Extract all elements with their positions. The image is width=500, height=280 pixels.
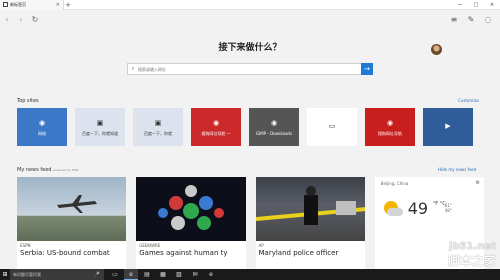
site-icon: ◉ [38, 118, 46, 127]
search-go-button[interactable]: → [361, 63, 373, 75]
edge-app-icon[interactable]: e [124, 269, 138, 280]
site-tile[interactable]: ▣ 百度一下，你就 [133, 108, 183, 146]
news-card[interactable]: GEEKWIRE Games against human ty [136, 177, 246, 269]
site-tile[interactable]: ◉ 搜狗网址导航 — [191, 108, 241, 146]
back-button[interactable]: ‹ [0, 15, 14, 24]
weather-settings-icon[interactable]: ⚙ [476, 180, 480, 186]
police-scene-illustration [255, 186, 365, 225]
news-image-police [255, 177, 365, 241]
site-icon: ◉ [212, 118, 220, 127]
close-window-button[interactable]: × [484, 0, 500, 10]
tab-page-icon [3, 2, 8, 7]
news-title: Maryland police officer [258, 249, 339, 257]
share-icon[interactable]: ◌ [480, 15, 496, 24]
site-tile[interactable]: ◉ GIMP - Downloads [249, 108, 299, 146]
file-explorer-icon[interactable]: ▤ [140, 269, 154, 280]
site-icon: ◉ [270, 119, 278, 127]
news-image-aircraft [17, 177, 127, 241]
search-input[interactable] [138, 66, 361, 72]
news-card[interactable]: AP Maryland police officer [255, 177, 365, 269]
molecule-illustration [158, 185, 225, 230]
site-label: GIMP - Downloads [255, 131, 293, 136]
mail-icon[interactable]: ✉ [188, 269, 202, 280]
search-box: ⌕ → [127, 63, 373, 75]
page-heading: 接下来做什么？ [218, 43, 282, 53]
site-icon: ◉ [386, 118, 394, 127]
top-sites-title: Top sites [17, 98, 39, 104]
tab-close-icon[interactable]: × [56, 2, 60, 8]
news-card[interactable]: ESPN Serbia: US-bound combat [17, 177, 127, 269]
new-tab-button[interactable]: + [64, 1, 72, 9]
window-controls: — □ × [452, 0, 500, 10]
news-source: GEEKWIRE [139, 243, 161, 248]
app-icon[interactable]: ▨ [172, 269, 186, 280]
news-title: Serbia: US-bound combat [20, 249, 110, 257]
weather-temperature: 49 [407, 199, 429, 218]
site-tile[interactable]: ▶ [423, 108, 473, 146]
weather-low: 48° [444, 208, 452, 213]
site-icon: ▣ [96, 118, 104, 127]
news-feed-title: My news feed powered by MSN [17, 167, 78, 173]
tab-title: 新标签页 [10, 1, 26, 7]
site-icon: ▶ [445, 121, 451, 130]
avatar[interactable] [431, 44, 442, 55]
news-feed: ESPN Serbia: US-bound combat GEEKWIRE Ga… [17, 177, 484, 269]
site-label: 搜狗网址导航 — [201, 130, 231, 136]
search-icon: ⌕ [131, 65, 135, 72]
ie-app-icon[interactable]: e [204, 269, 218, 280]
top-sites-grid: ◉ 网络 ▣ 百度一下，你就知道 ▣ 百度一下，你就 ◉ 搜狗网址导航 — ◉ GIMP … [17, 108, 484, 146]
taskbar: ⊞ 有问题尽管问我 🎤 ▭ e ▤ ▦ ▨ ✉ e [0, 269, 500, 280]
site-label: 搜狗网址导航 [378, 130, 402, 136]
news-image-molecules [136, 177, 246, 241]
maximize-button[interactable]: □ [468, 0, 484, 10]
site-tile[interactable]: ▣ 百度一下，你就知道 [75, 108, 125, 146]
news-source: AP [258, 243, 264, 248]
store-icon[interactable]: ▦ [156, 269, 170, 280]
news-title: Games against human ty [139, 249, 228, 257]
cloud-icon [386, 208, 403, 216]
hub-icon[interactable]: ≡ [446, 15, 462, 24]
start-button[interactable]: ⊞ [0, 271, 10, 278]
news-feed-title-text: My news feed [17, 167, 52, 173]
site-icon: ▣ [154, 118, 162, 127]
site-tile[interactable]: ◉ 网络 [17, 108, 67, 146]
site-icon: ▭ [328, 121, 336, 130]
taskbar-search-placeholder: 有问题尽管问我 [13, 271, 41, 277]
aircraft-illustration [57, 195, 97, 213]
watermark-brand: 脚本之家 [447, 254, 496, 268]
microphone-icon[interactable]: 🎤 [94, 272, 100, 278]
task-view-icon[interactable]: ▭ [108, 269, 122, 280]
site-label: 百度一下，你就 [144, 130, 172, 136]
title-bar: 新标签页 × + — □ × [0, 0, 500, 10]
tab-new-tab[interactable]: 新标签页 × [0, 0, 64, 10]
weather-high-low: 61° 48° [445, 203, 452, 213]
refresh-button[interactable]: ↻ [28, 15, 42, 24]
navigation-bar: ‹ › ↻ ≡ ✎ ◌ [0, 10, 500, 28]
site-label: 网络 [38, 130, 46, 136]
web-note-icon[interactable]: ✎ [463, 15, 479, 24]
taskbar-search[interactable]: 有问题尽管问我 🎤 [10, 269, 104, 280]
forward-button[interactable]: › [14, 15, 28, 24]
news-source: ESPN [20, 243, 31, 248]
site-label: 百度一下，你就知道 [82, 130, 118, 136]
hide-news-feed-link[interactable]: Hide my news feed [438, 167, 476, 172]
watermark-domain: jb51.net [449, 241, 496, 252]
watermark: jb51.net 脚本之家 [448, 241, 496, 269]
taskbar-apps: ▭ e ▤ ▦ ▨ ✉ e [108, 269, 218, 280]
site-tile[interactable]: ▭ [307, 108, 357, 146]
weather-location: Beijing, China [380, 181, 409, 186]
site-tile[interactable]: ◉ 搜狗网址导航 [365, 108, 415, 146]
minimize-button[interactable]: — [452, 0, 468, 10]
news-powered-by: powered by MSN [53, 168, 79, 172]
customize-link[interactable]: Customize [458, 98, 479, 103]
